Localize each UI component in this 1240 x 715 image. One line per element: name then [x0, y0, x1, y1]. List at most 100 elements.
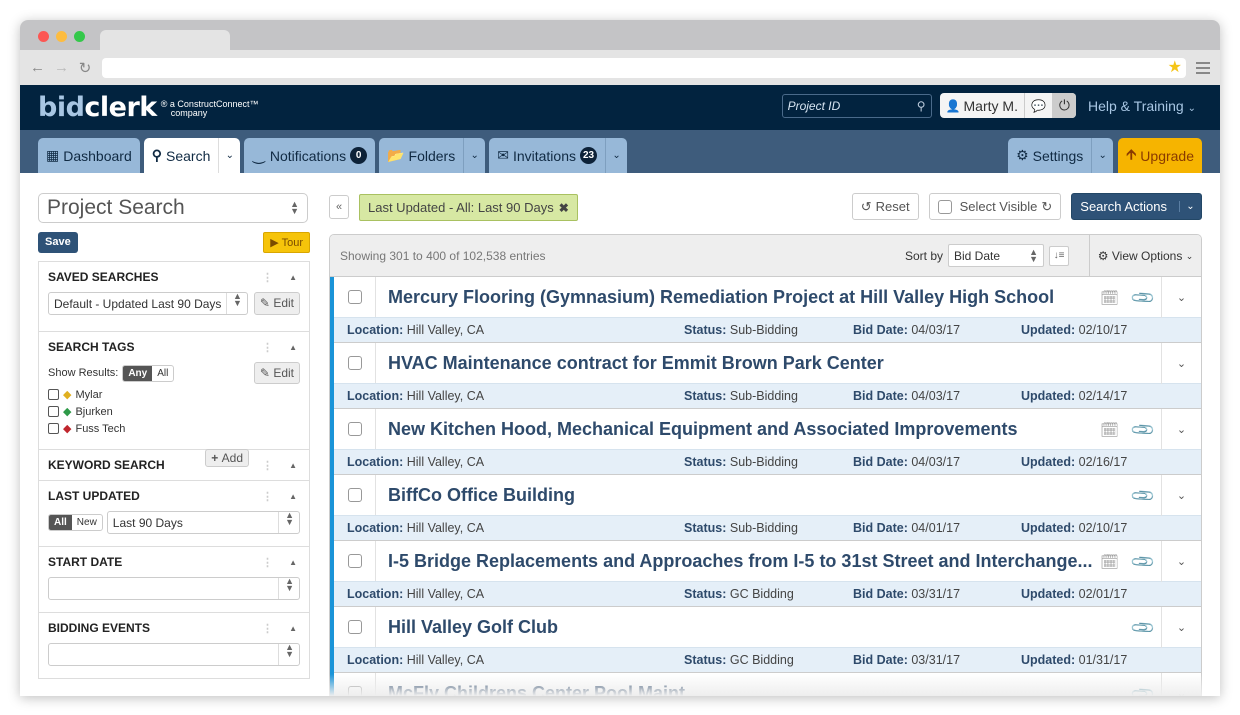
drag-handle-icon[interactable]: ⋮	[262, 459, 273, 472]
new-toggle[interactable]: New	[72, 515, 102, 530]
browser-menu-icon[interactable]	[1196, 61, 1210, 74]
calendar-x-icon[interactable]: 🗓	[1100, 553, 1119, 571]
collapse-caret-icon[interactable]: ▲	[289, 492, 297, 501]
search-type-select[interactable]: Project Search ▲ ▼	[38, 193, 308, 223]
expand-row-button[interactable]: ⌄	[1161, 475, 1201, 516]
search-actions-button[interactable]: Search Actions ⌄	[1071, 193, 1202, 220]
project-id-input[interactable]: Project ID	[788, 99, 841, 113]
row-checkbox[interactable]	[347, 422, 362, 436]
paperclip-icon[interactable]: 📎	[1129, 613, 1157, 641]
logout-button[interactable]: ⏻	[1052, 93, 1076, 118]
expand-row-button[interactable]: ⌄	[1161, 343, 1201, 384]
collapse-caret-icon[interactable]: ▲	[289, 461, 297, 470]
tab-search[interactable]: ⚲ Search ⌄	[143, 138, 241, 173]
search-icon: ⚲	[151, 147, 162, 163]
add-keyword-button[interactable]: + Add	[205, 449, 249, 467]
saved-search-select[interactable]: Default - Updated Last 90 Days ▲ ▼	[48, 292, 248, 315]
project-title-link[interactable]: Mercury Flooring (Gymnasium) Remediation…	[376, 287, 1054, 308]
project-title-link[interactable]: Hill Valley Golf Club	[376, 617, 558, 638]
tag-item[interactable]: ◆ Mylar	[48, 388, 300, 401]
close-window-icon[interactable]	[38, 31, 49, 42]
paperclip-icon[interactable]: 📎	[1129, 283, 1157, 311]
sort-direction-icon[interactable]: ↓≡	[1049, 245, 1069, 266]
bidding-events-select[interactable]: ▲ ▼	[48, 643, 300, 666]
tag-item[interactable]: ◆ Bjurken	[48, 405, 300, 418]
chevron-down-icon[interactable]: ⌄	[218, 138, 240, 173]
tag-checkbox[interactable]	[48, 406, 59, 417]
all-toggle[interactable]: All	[152, 366, 173, 381]
bid-date-value: 03/31/17	[911, 587, 961, 601]
paperclip-icon[interactable]: 📎	[1129, 481, 1157, 509]
project-title-link[interactable]: HVAC Maintenance contract for Emmit Brow…	[376, 353, 884, 374]
minimize-window-icon[interactable]	[56, 31, 67, 42]
edit-tags-button[interactable]: ✎ Edit	[253, 362, 300, 384]
sort-select[interactable]: Bid Date ▲ ▼	[948, 244, 1044, 267]
back-icon[interactable]: ←	[30, 59, 45, 76]
project-title-link[interactable]: I-5 Bridge Replacements and Approaches f…	[376, 551, 1093, 572]
chevron-down-icon[interactable]: ⌄	[605, 138, 627, 173]
upgrade-button[interactable]: 🡩 Upgrade	[1118, 138, 1202, 173]
row-checkbox[interactable]	[347, 620, 362, 634]
drag-handle-icon[interactable]: ⋮	[262, 271, 273, 284]
bid-date-label: Bid Date:	[853, 521, 908, 535]
calendar-x-icon[interactable]: 🗓	[1100, 421, 1119, 439]
expand-row-button[interactable]: ⌄	[1161, 409, 1201, 450]
drag-handle-icon[interactable]: ⋮	[262, 490, 273, 503]
reload-icon[interactable]: ↻	[78, 59, 92, 77]
chevron-down-icon[interactable]: ⌄	[1179, 201, 1201, 212]
tab-folders[interactable]: 📂 Folders ⌄	[379, 138, 486, 173]
tab-dashboard[interactable]: ▦ Dashboard	[38, 138, 140, 173]
chevron-down-icon[interactable]: ⌄	[1091, 138, 1113, 173]
tag-item[interactable]: ◆ Fuss Tech	[48, 422, 300, 435]
collapse-caret-icon[interactable]: ▲	[289, 343, 297, 352]
row-checkbox[interactable]	[347, 554, 362, 568]
row-checkbox[interactable]	[347, 290, 362, 304]
maximize-window-icon[interactable]	[74, 31, 85, 42]
expand-row-button[interactable]: ⌄	[1161, 607, 1201, 648]
address-bar[interactable]: ★	[102, 57, 1186, 78]
expand-row-button[interactable]: ⌄	[1161, 277, 1201, 318]
tab-invitations[interactable]: ✉ Invitations 23 ⌄	[489, 138, 628, 173]
select-visible-checkbox[interactable]	[937, 199, 952, 214]
bookmark-star-icon[interactable]: ★	[1168, 58, 1182, 78]
tour-button[interactable]: ▶ Tour	[263, 232, 310, 253]
forward-icon[interactable]: →	[54, 59, 69, 76]
project-title-link[interactable]: BiffCo Office Building	[376, 485, 575, 506]
reset-button[interactable]: ↺ Reset	[851, 193, 919, 220]
drag-handle-icon[interactable]: ⋮	[262, 622, 273, 635]
drag-handle-icon[interactable]: ⋮	[262, 556, 273, 569]
help-training-menu[interactable]: Help & Training ⌄	[1088, 98, 1196, 114]
collapse-sidebar-button[interactable]: «	[329, 195, 349, 219]
browser-tab[interactable]	[100, 30, 230, 50]
paperclip-icon[interactable]: 📎	[1129, 415, 1157, 443]
view-options-menu[interactable]: ⚙ View Options ⌄	[1089, 235, 1201, 277]
select-visible-button[interactable]: Select Visible ↻	[928, 193, 1062, 220]
row-checkbox[interactable]	[347, 356, 362, 370]
all-toggle[interactable]: All	[49, 515, 72, 530]
expand-row-button[interactable]: ⌄	[1161, 541, 1201, 582]
paperclip-icon[interactable]: 📎	[1129, 547, 1157, 575]
any-toggle[interactable]: Any	[123, 365, 153, 381]
project-id-search[interactable]: Project ID ⚲	[781, 93, 932, 118]
collapse-caret-icon[interactable]: ▲	[289, 558, 297, 567]
row-checkbox[interactable]	[347, 488, 362, 502]
project-title-link[interactable]: New Kitchen Hood, Mechanical Equipment a…	[376, 419, 1017, 440]
edit-saved-search-button[interactable]: ✎ Edit	[253, 292, 300, 315]
user-menu-button[interactable]: 👤 Marty M.	[940, 93, 1025, 118]
tag-checkbox[interactable]	[48, 389, 59, 400]
last-updated-select[interactable]: Last 90 Days ▲ ▼	[106, 511, 300, 534]
bidclerk-logo[interactable]: bidclerk ® a ConstructConnect™ company	[38, 94, 258, 121]
start-date-select[interactable]: ▲ ▼	[48, 577, 300, 600]
remove-filter-icon[interactable]: ✖	[559, 201, 569, 215]
search-icon[interactable]: ⚲	[917, 99, 926, 113]
save-button[interactable]: Save	[38, 232, 78, 253]
collapse-caret-icon[interactable]: ▲	[289, 624, 297, 633]
drag-handle-icon[interactable]: ⋮	[262, 341, 273, 354]
calendar-x-icon[interactable]: 🗓	[1100, 289, 1119, 307]
chevron-down-icon[interactable]: ⌄	[463, 138, 485, 173]
tag-checkbox[interactable]	[48, 423, 59, 434]
chat-button[interactable]: 💬	[1025, 93, 1053, 118]
collapse-caret-icon[interactable]: ▲	[289, 273, 297, 282]
tab-settings[interactable]: ⚙ Settings ⌄	[1008, 138, 1114, 173]
tab-notifications[interactable]: ⏝ Notifications 0	[244, 138, 376, 173]
